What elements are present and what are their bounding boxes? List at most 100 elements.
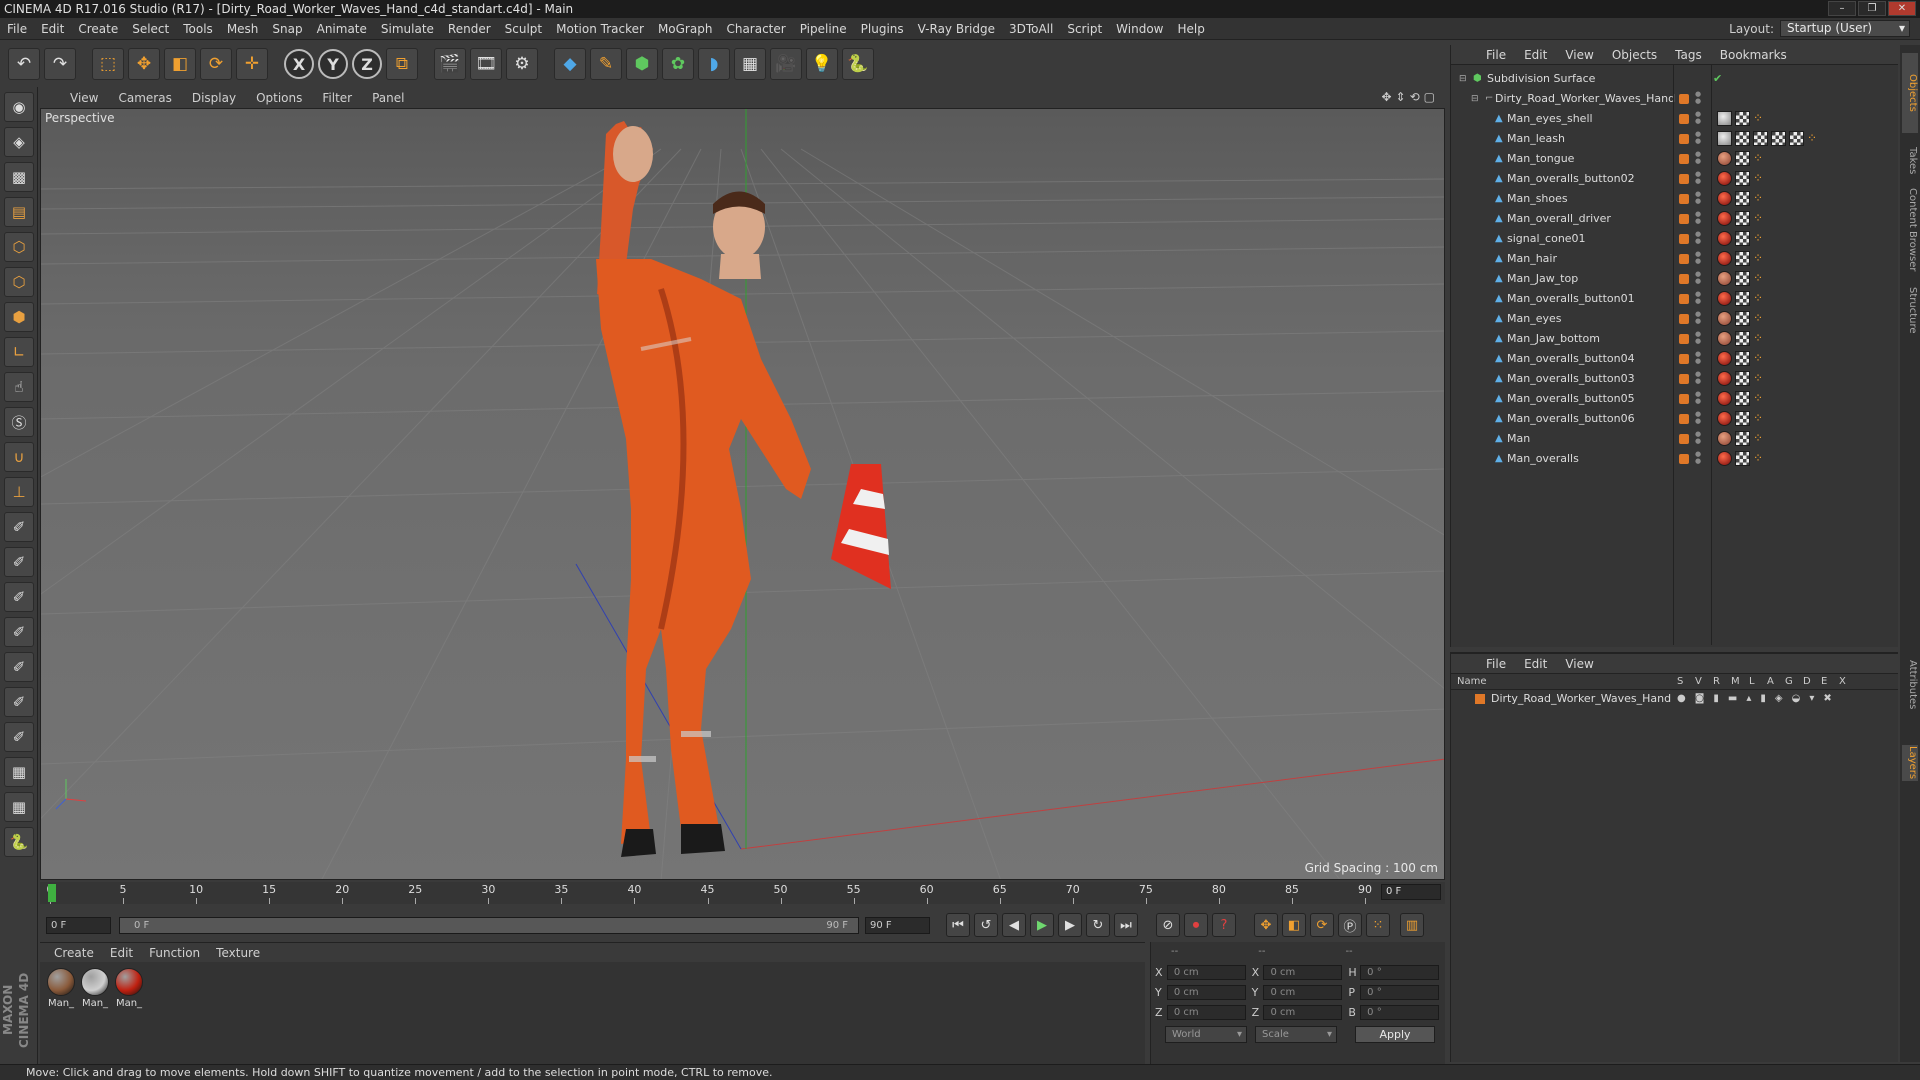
object-row[interactable]: ▲ Man_overalls_button02 ● ● ⁘ bbox=[1451, 169, 1899, 189]
object-row[interactable]: ▲ Man_hair ● ● ⁘ bbox=[1451, 249, 1899, 269]
autokeying-button[interactable]: ⏺ bbox=[1184, 913, 1208, 937]
points-mode-button[interactable]: ⬡ bbox=[4, 232, 34, 262]
viewport-perspective[interactable]: Perspective Grid Spacing : 100 cm bbox=[40, 108, 1445, 880]
menu-select[interactable]: Select bbox=[125, 22, 176, 36]
previous-frame-button[interactable]: ◀ bbox=[1002, 913, 1026, 937]
uvw-tag-icon[interactable] bbox=[1735, 251, 1750, 266]
layer-color-swatch[interactable] bbox=[1679, 334, 1689, 344]
go-to-end-button[interactable]: ⏭ bbox=[1114, 913, 1138, 937]
uvw-tag-icon[interactable] bbox=[1735, 191, 1750, 206]
previous-keyframe-button[interactable]: ↺ bbox=[974, 913, 998, 937]
uvw-tag-icon[interactable] bbox=[1735, 271, 1750, 286]
coord-position-field[interactable]: 0 cm bbox=[1166, 964, 1246, 980]
object-row[interactable]: ▲ Man_overalls ● ● ⁘ bbox=[1451, 449, 1899, 469]
current-frame-field[interactable]: 0 F bbox=[1381, 884, 1441, 900]
render-view-button[interactable]: 🎬 bbox=[434, 48, 466, 80]
phong-tag-icon[interactable]: ⁘ bbox=[1753, 431, 1765, 446]
viewport-nav-icons[interactable]: ✥⇕⟲▢ bbox=[1381, 90, 1439, 104]
record-active-objects-button[interactable]: ⊘ bbox=[1156, 913, 1180, 937]
record-parameter-button[interactable]: Ⓟ bbox=[1338, 913, 1362, 937]
material-tag-icon[interactable] bbox=[1717, 331, 1732, 346]
sculpt-brush-2-button[interactable]: ✐ bbox=[4, 547, 34, 577]
object-menu-objects[interactable]: Objects bbox=[1603, 48, 1666, 62]
deformer-button[interactable]: ◗ bbox=[698, 48, 730, 80]
visibility-dots[interactable]: ● ● bbox=[1695, 151, 1701, 165]
mograph-cloner-button[interactable]: ✿ bbox=[662, 48, 694, 80]
uvw-tag-icon[interactable] bbox=[1771, 131, 1786, 146]
uvw-tag-icon[interactable] bbox=[1735, 391, 1750, 406]
uvw-tag-icon[interactable] bbox=[1735, 111, 1750, 126]
redo-button[interactable]: ↷ bbox=[44, 48, 76, 80]
coord-position-field[interactable]: 0 cm bbox=[1166, 1004, 1246, 1020]
layer-color-swatch[interactable] bbox=[1475, 694, 1485, 704]
uvw-tag-icon[interactable] bbox=[1735, 311, 1750, 326]
tab-content-browser[interactable]: Content Browser bbox=[1902, 185, 1918, 275]
object-menu-view[interactable]: View bbox=[1556, 48, 1602, 62]
uvw-tag-icon[interactable] bbox=[1735, 151, 1750, 166]
menu-snap[interactable]: Snap bbox=[265, 22, 309, 36]
object-row[interactable]: ▲ Man_tongue ● ● ⁘ bbox=[1451, 149, 1899, 169]
visibility-dots[interactable]: ● ● bbox=[1695, 451, 1701, 465]
apply-button[interactable]: Apply bbox=[1355, 1026, 1435, 1043]
recent-tools-button[interactable]: ✛ bbox=[236, 48, 268, 80]
object-row[interactable]: ▲ Man_Jaw_top ● ● ⁘ bbox=[1451, 269, 1899, 289]
uvw-tag-icon[interactable] bbox=[1735, 331, 1750, 346]
layer-color-swatch[interactable] bbox=[1679, 434, 1689, 444]
render-picture-viewer-button[interactable]: 🎞 bbox=[470, 48, 502, 80]
material-menu-function[interactable]: Function bbox=[141, 946, 208, 960]
phong-tag-icon[interactable]: ⁘ bbox=[1753, 251, 1765, 266]
layer-color-swatch[interactable] bbox=[1679, 394, 1689, 404]
layer-color-swatch[interactable] bbox=[1679, 94, 1689, 104]
menu-file[interactable]: File bbox=[0, 22, 34, 36]
phong-tag-icon[interactable]: ⁘ bbox=[1753, 191, 1765, 206]
phong-tag-icon[interactable]: ⁘ bbox=[1753, 231, 1765, 246]
material-tag-icon[interactable] bbox=[1717, 391, 1732, 406]
visibility-dots[interactable]: ● ● bbox=[1695, 191, 1701, 205]
model-mode-button[interactable]: ◈ bbox=[4, 127, 34, 157]
sculpt-brush-6-button[interactable]: ✐ bbox=[4, 687, 34, 717]
object-row-root[interactable]: ⊟ ⬢ Subdivision Surface ✔ bbox=[1451, 69, 1899, 89]
layer-menu-view[interactable]: View bbox=[1556, 657, 1602, 671]
uvw-tag-icon[interactable] bbox=[1735, 211, 1750, 226]
next-keyframe-button[interactable]: ↻ bbox=[1086, 913, 1110, 937]
live-selection-button[interactable]: ⬚ bbox=[92, 48, 124, 80]
cube-primitive-button[interactable]: ◆ bbox=[554, 48, 586, 80]
viewport-menu-filter[interactable]: Filter bbox=[312, 91, 362, 105]
object-menu-bookmarks[interactable]: Bookmarks bbox=[1711, 48, 1796, 62]
phong-tag-icon[interactable]: ⁘ bbox=[1753, 291, 1765, 306]
phong-tag-icon[interactable]: ⁘ bbox=[1807, 131, 1819, 146]
material-tag-icon[interactable] bbox=[1717, 211, 1732, 226]
visibility-dots[interactable]: ● ● bbox=[1695, 331, 1701, 345]
uvw-tag-icon[interactable] bbox=[1735, 351, 1750, 366]
coord-size-field[interactable]: 0 cm bbox=[1263, 984, 1343, 1000]
tab-takes[interactable]: Takes bbox=[1902, 143, 1918, 179]
sculpt-brush-7-button[interactable]: ✐ bbox=[4, 722, 34, 752]
visibility-dots[interactable]: ● ● bbox=[1695, 271, 1701, 285]
layout-dropdown[interactable]: Startup (User) ▾ bbox=[1780, 20, 1910, 37]
layer-color-swatch[interactable] bbox=[1679, 414, 1689, 424]
material-tag-icon[interactable] bbox=[1717, 311, 1732, 326]
grid-workplane-button[interactable]: ▦ bbox=[4, 792, 34, 822]
material-tag-icon[interactable] bbox=[1717, 351, 1732, 366]
uvw-tag-icon[interactable] bbox=[1735, 431, 1750, 446]
record-rotation-button[interactable]: ⟳ bbox=[1310, 913, 1334, 937]
material-tag-icon[interactable] bbox=[1717, 131, 1732, 146]
material-tag-icon[interactable] bbox=[1717, 451, 1732, 466]
coordinate-system-button[interactable]: ⧉ bbox=[386, 48, 418, 80]
material-tag-icon[interactable] bbox=[1717, 431, 1732, 446]
go-to-start-button[interactable]: ⏮ bbox=[946, 913, 970, 937]
python-console-button[interactable]: 🐍 bbox=[4, 827, 34, 857]
object-menu-file[interactable]: File bbox=[1477, 48, 1515, 62]
layer-color-swatch[interactable] bbox=[1679, 154, 1689, 164]
spline-pen-button[interactable]: ✎ bbox=[590, 48, 622, 80]
record-point-level-button[interactable]: ⁙ bbox=[1366, 913, 1390, 937]
coord-rotation-field[interactable]: 0 ° bbox=[1360, 1004, 1440, 1020]
material-tag-icon[interactable] bbox=[1717, 231, 1732, 246]
texture-mode-button[interactable]: ▩ bbox=[4, 162, 34, 192]
phong-tag-icon[interactable]: ⁘ bbox=[1753, 411, 1765, 426]
material-swatch[interactable]: Man_ bbox=[46, 968, 76, 1009]
y-axis-lock-button[interactable]: Y bbox=[318, 49, 348, 79]
end-frame-field[interactable]: 90 F bbox=[865, 916, 930, 934]
object-row[interactable]: ▲ Man_eyes ● ● ⁘ bbox=[1451, 309, 1899, 329]
menu-mograph[interactable]: MoGraph bbox=[651, 22, 720, 36]
